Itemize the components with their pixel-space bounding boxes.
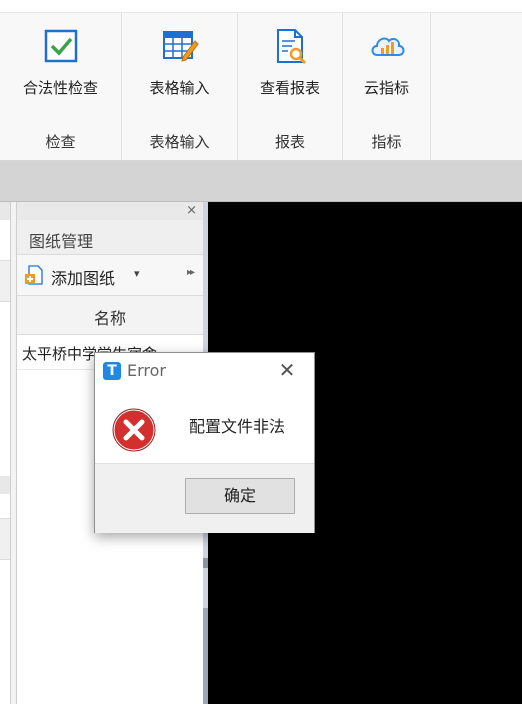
checkbox-icon bbox=[44, 29, 77, 63]
cloud-index-button[interactable]: 云指标 bbox=[343, 13, 430, 125]
view-report-button[interactable]: 查看报表 bbox=[238, 13, 342, 125]
left-pane-toolbar-2 bbox=[0, 518, 10, 560]
table-input-label: 表格输入 bbox=[149, 79, 210, 97]
app-logo-icon: T bbox=[103, 362, 121, 380]
dialog-footer: 确定 bbox=[95, 463, 314, 533]
close-icon[interactable]: ✕ bbox=[275, 358, 299, 382]
left-pane-toolbar bbox=[0, 260, 10, 302]
legality-check-button[interactable]: 合法性检查 bbox=[0, 13, 121, 125]
view-report-label: 查看报表 bbox=[259, 79, 320, 97]
legality-check-label: 合法性检查 bbox=[22, 79, 98, 97]
cloud-index-label: 云指标 bbox=[363, 79, 409, 97]
dialog-title: Error bbox=[127, 361, 166, 380]
ribbon-group-check: 合法性检查 检查 bbox=[0, 13, 122, 160]
dialog-body: 配置文件非法 bbox=[95, 389, 314, 463]
table-input-button[interactable]: 表格输入 bbox=[122, 13, 237, 125]
dialog-message: 配置文件非法 bbox=[189, 417, 286, 436]
ok-button[interactable]: 确定 bbox=[185, 478, 295, 514]
chevron-down-icon[interactable]: ▾ bbox=[134, 267, 140, 280]
error-dialog: T Error ✕ 配置文件非法 确定 bbox=[94, 352, 315, 533]
ribbon: 合法性检查 检查 表格输入 表格输入 查看报表 报表 云指标 指标 bbox=[0, 13, 522, 161]
panel-caption-strip: × bbox=[17, 202, 203, 220]
add-drawing-icon bbox=[25, 265, 43, 285]
left-pane-header bbox=[0, 202, 10, 220]
report-search-icon bbox=[277, 29, 307, 65]
group-label-table-input: 表格输入 bbox=[149, 133, 210, 151]
column-header-name[interactable]: 名称 bbox=[17, 296, 203, 335]
error-icon bbox=[111, 407, 157, 453]
title-strip bbox=[0, 0, 522, 13]
left-pane-header-2 bbox=[0, 476, 10, 494]
panel-close-icon[interactable]: × bbox=[186, 202, 197, 220]
table-edit-icon bbox=[162, 31, 199, 62]
ribbon-group-table-input: 表格输入 表格输入 bbox=[122, 13, 238, 160]
dialog-titlebar[interactable]: T Error ✕ bbox=[95, 353, 314, 389]
cloud-chart-icon bbox=[371, 37, 404, 56]
ribbon-group-index: 云指标 指标 bbox=[343, 13, 431, 160]
panel-title-bar: 图纸管理 bbox=[17, 220, 203, 255]
group-label-report: 报表 bbox=[274, 133, 305, 151]
toolbar-overflow-icon[interactable]: ▸▸ bbox=[187, 267, 195, 278]
group-label-check: 检查 bbox=[45, 133, 76, 151]
panel-title: 图纸管理 bbox=[29, 232, 94, 251]
group-label-index: 指标 bbox=[371, 133, 402, 151]
panel-toolbar: 添加图纸 ▾ ▸▸ bbox=[17, 255, 203, 296]
column-header-label: 名称 bbox=[93, 309, 126, 328]
ribbon-bottom-band bbox=[0, 161, 522, 202]
left-collapsed-pane bbox=[0, 202, 11, 704]
add-drawing-button[interactable]: 添加图纸 bbox=[51, 265, 115, 289]
ribbon-group-report: 查看报表 报表 bbox=[238, 13, 343, 160]
